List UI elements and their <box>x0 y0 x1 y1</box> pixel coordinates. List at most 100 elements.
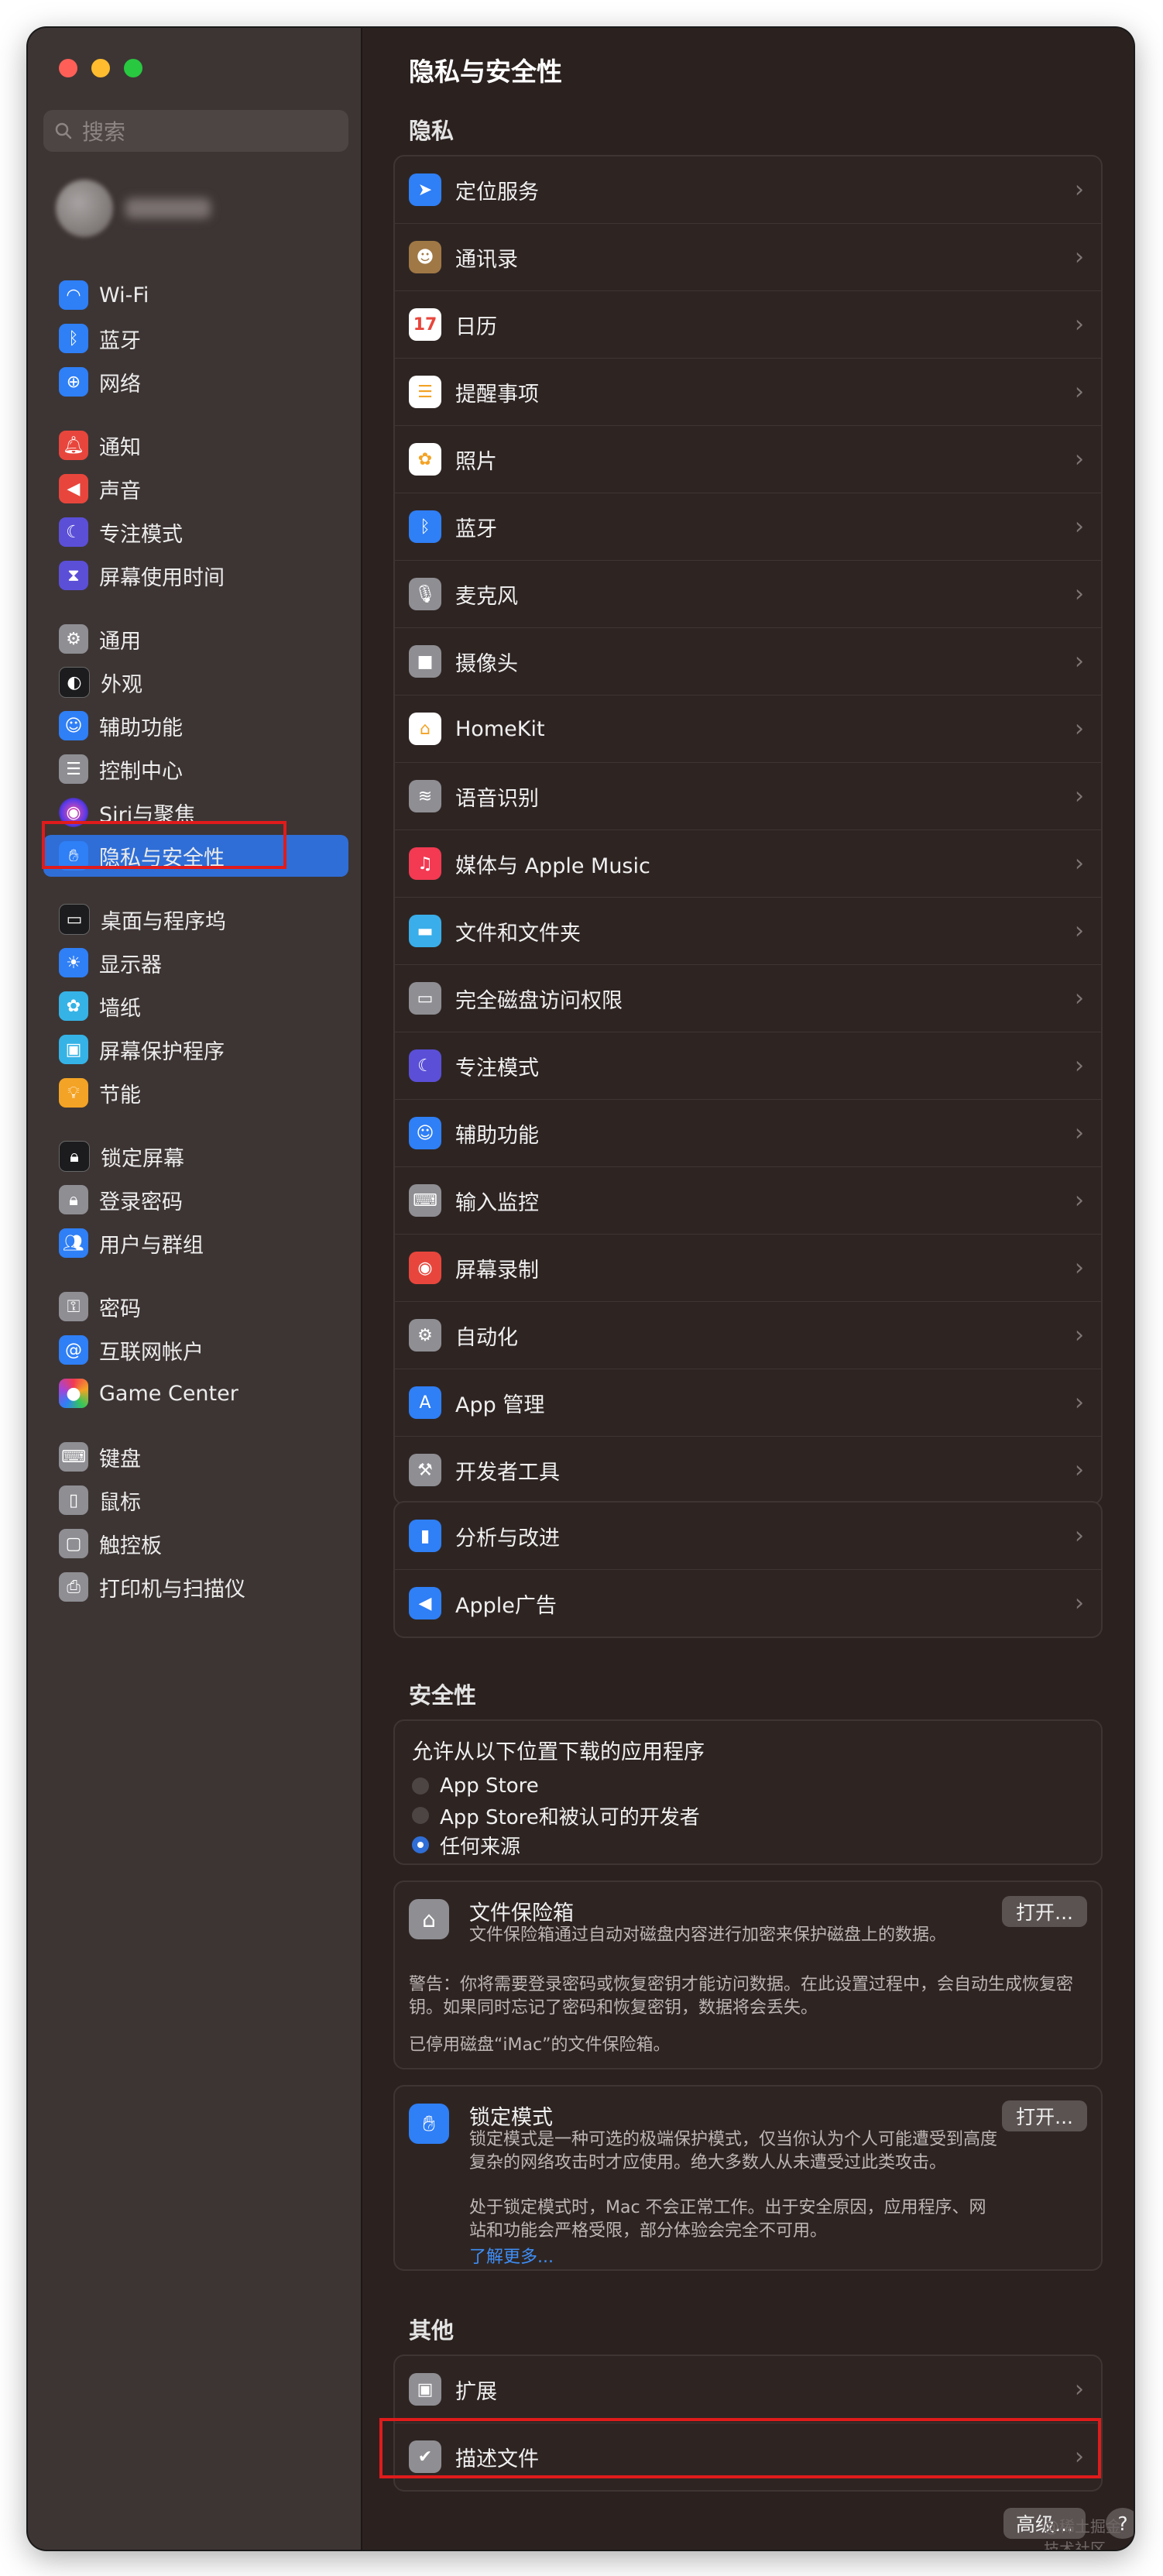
privacy-item-microphone[interactable]: 🎙︎ 麦克风 › <box>395 561 1101 628</box>
switches-icon: ☰ <box>59 754 88 784</box>
sidebar-item-wallpaper[interactable]: ✿ 墙纸 <box>43 985 348 1027</box>
flower-icon: ✿ <box>59 991 88 1021</box>
chevron-right-icon: › <box>1075 513 1084 541</box>
appearance-icon: ◐ <box>59 667 90 698</box>
disk-icon: ▭ <box>409 982 441 1015</box>
privacy-item-homekit[interactable]: ⌂ HomeKit › <box>395 696 1101 763</box>
filevault-icon: ⌂ <box>409 1899 449 1939</box>
privacy-item-developer-tools[interactable]: ⚒ 开发者工具 › <box>395 1437 1101 1503</box>
sidebar-item-energy[interactable]: 💡︎ 节能 <box>43 1072 348 1114</box>
privacy-item-screen-recording[interactable]: ◉ 屏幕录制 › <box>395 1235 1101 1302</box>
key-icon: ⚿ <box>59 1292 88 1321</box>
users-icon: 👥︎ <box>59 1228 88 1258</box>
sidebar-item-notifications[interactable]: 🔔︎ 通知 <box>43 424 348 466</box>
sidebar-item-screensaver[interactable]: ▣ 屏幕保护程序 <box>43 1029 348 1070</box>
user-profile[interactable] <box>43 172 348 245</box>
sidebar-item-game-center[interactable]: ● Game Center <box>43 1372 348 1414</box>
analytics-item-improvements[interactable]: ▮ 分析与改进 › <box>395 1503 1101 1570</box>
chevron-right-icon: › <box>1075 445 1084 473</box>
chevron-right-icon: › <box>1075 1456 1084 1484</box>
sidebar-item-passwords[interactable]: ⚿ 密码 <box>43 1286 348 1327</box>
sidebar-item-users-groups[interactable]: 👥︎ 用户与群组 <box>43 1222 348 1264</box>
sidebar-item-bluetooth[interactable]: ᛒ 蓝牙 <box>43 318 348 359</box>
hourglass-icon: ⧗ <box>59 561 88 590</box>
radio-app-store-identified[interactable]: App Store和被认可的开发者 <box>412 1801 1084 1830</box>
lockdown-turn-on-button[interactable]: 打开... <box>1002 2100 1087 2131</box>
sidebar-item-control-center[interactable]: ☰ 控制中心 <box>43 748 348 790</box>
section-security-heading: 安全性 <box>409 1682 477 1709</box>
sidebar-item-accessibility[interactable]: ☺ 辅助功能 <box>43 705 348 747</box>
privacy-item-bluetooth[interactable]: ᛒ 蓝牙 › <box>395 493 1101 561</box>
privacy-item-files-folders[interactable]: ▬ 文件和文件夹 › <box>395 898 1101 965</box>
chevron-right-icon: › <box>1075 715 1084 743</box>
privacy-item-camera[interactable]: ■ 摄像头 › <box>395 628 1101 696</box>
sidebar-item-mouse[interactable]: ▯ 鼠标 <box>43 1479 348 1521</box>
waveform-icon: ≋ <box>409 780 441 812</box>
chevron-right-icon: › <box>1075 647 1084 675</box>
sidebar-item-appearance[interactable]: ◐ 外观 <box>43 661 348 703</box>
analytics-list: ▮ 分析与改进 › ◀ Apple广告 › <box>393 1501 1103 1638</box>
privacy-item-photos[interactable]: ✿ 照片 › <box>395 426 1101 493</box>
gamecenter-icon: ● <box>59 1379 88 1408</box>
privacy-item-focus[interactable]: ☾ 专注模式 › <box>395 1032 1101 1100</box>
sidebar-item-focus[interactable]: ☾ 专注模式 <box>43 511 348 553</box>
sidebar-item-login-password[interactable]: 🔒︎ 登录密码 <box>43 1179 348 1221</box>
dock-icon: ▭ <box>59 904 90 935</box>
privacy-item-contacts[interactable]: ☻ 通讯录 › <box>395 224 1101 291</box>
chart-icon: ▮ <box>409 1520 441 1552</box>
bulb-icon: 💡︎ <box>59 1078 88 1108</box>
sidebar-item-wifi[interactable]: ◠ Wi-Fi <box>43 274 348 316</box>
sidebar-item-general[interactable]: ⚙ 通用 <box>43 618 348 660</box>
photos-icon: ✿ <box>409 443 441 476</box>
megaphone-icon: ◀ <box>409 1587 441 1619</box>
mouse-icon: ▯ <box>59 1485 88 1515</box>
sidebar-item-sound[interactable]: ◀ 声音 <box>43 468 348 510</box>
sidebar-item-desktop-dock[interactable]: ▭ 桌面与程序坞 <box>43 898 348 940</box>
radio-button <box>412 1777 429 1795</box>
privacy-list: ➤ 定位服务 › ☻ 通讯录 › 17 日历 › ☰ 提醒事项 › ✿ 照片 › ᛒ 蓝牙 › 🎙︎ 麦克… <box>393 155 1103 1505</box>
sidebar-item-network[interactable]: ⊕ 网络 <box>43 361 348 403</box>
privacy-item-location[interactable]: ➤ 定位服务 › <box>395 156 1101 224</box>
sidebar-item-screen-time[interactable]: ⧗ 屏幕使用时间 <box>43 555 348 596</box>
moon-icon: ☾ <box>409 1049 441 1082</box>
sidebar-item-lock-screen[interactable]: 🔒︎ 锁定屏幕 <box>43 1135 348 1177</box>
privacy-item-app-management[interactable]: A App 管理 › <box>395 1369 1101 1437</box>
reminders-icon: ☰ <box>409 376 441 408</box>
privacy-item-input-monitoring[interactable]: ⌨ 输入监控 › <box>395 1167 1101 1235</box>
record-icon: ◉ <box>409 1252 441 1284</box>
sidebar-item-trackpad[interactable]: ▢ 触控板 <box>43 1523 348 1564</box>
privacy-item-speech-recognition[interactable]: ≋ 语音识别 › <box>395 763 1101 830</box>
privacy-item-media-music[interactable]: ♫ 媒体与 Apple Music › <box>395 830 1101 898</box>
sidebar-item-internet-accounts[interactable]: @ 互联网帐户 <box>43 1329 348 1371</box>
sidebar-item-displays[interactable]: ☀ 显示器 <box>43 942 348 984</box>
radio-app-store[interactable]: App Store <box>412 1771 1084 1801</box>
privacy-item-accessibility[interactable]: ☺ 辅助功能 › <box>395 1100 1101 1167</box>
learn-more-link[interactable]: 了解更多... <box>469 2243 554 2268</box>
sidebar-item-keyboard[interactable]: ⌨ 键盘 <box>43 1436 348 1478</box>
location-arrow-icon: ➤ <box>409 173 441 206</box>
filevault-turn-on-button[interactable]: 打开... <box>1002 1896 1087 1927</box>
download-source-title: 允许从以下位置下载的应用程序 <box>412 1740 705 1764</box>
bluetooth-icon: ᛒ <box>409 510 441 543</box>
search-input[interactable]: 搜索 <box>43 110 348 152</box>
avatar <box>56 180 113 237</box>
privacy-item-full-disk-access[interactable]: ▭ 完全磁盘访问权限 › <box>395 965 1101 1032</box>
download-source-group: 允许从以下位置下载的应用程序 App Store App Store和被认可的开… <box>393 1719 1103 1865</box>
user-name-blurred <box>125 198 211 218</box>
privacy-item-reminders[interactable]: ☰ 提醒事项 › <box>395 359 1101 426</box>
analytics-item-apple-ads[interactable]: ◀ Apple广告 › <box>395 1570 1101 1637</box>
minimize-button[interactable] <box>91 59 110 77</box>
sun-icon: ☀ <box>59 948 88 977</box>
close-button[interactable] <box>59 59 77 77</box>
privacy-item-automation[interactable]: ⚙ 自动化 › <box>395 1302 1101 1369</box>
radio-anywhere[interactable]: 任何来源 <box>412 1830 1084 1860</box>
lock-icon: 🔒︎ <box>59 1185 88 1214</box>
sidebar-item-printers[interactable]: ⎙ 打印机与扫描仪 <box>43 1566 348 1608</box>
zoom-button[interactable] <box>124 59 142 77</box>
gears-icon: ⚙ <box>409 1319 441 1352</box>
chevron-right-icon: › <box>1075 378 1084 406</box>
privacy-item-calendar[interactable]: 17 日历 › <box>395 291 1101 359</box>
keyboard-icon: ⌨ <box>59 1442 88 1472</box>
chevron-right-icon: › <box>1075 1187 1084 1214</box>
other-item-extensions[interactable]: ▣ 扩展 › <box>395 2356 1101 2423</box>
